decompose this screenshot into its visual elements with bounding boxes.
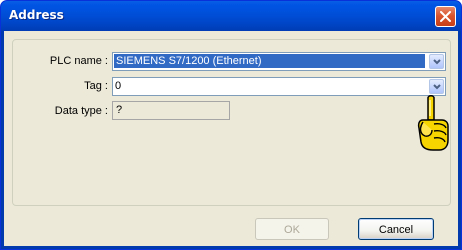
address-group: PLC name : SIEMENS S7/1200 (Ethernet) Ta… bbox=[12, 39, 451, 206]
pointing-hand-icon bbox=[417, 95, 449, 151]
tag-dropdown[interactable]: 0 bbox=[112, 77, 446, 96]
tag-dropdown-button[interactable] bbox=[429, 79, 444, 94]
tag-value: 0 bbox=[115, 80, 122, 92]
plc-name-value: SIEMENS S7/1200 (Ethernet) bbox=[114, 54, 425, 68]
close-icon bbox=[440, 11, 451, 22]
data-type-field: ? bbox=[112, 101, 230, 120]
close-button[interactable] bbox=[435, 6, 456, 27]
plc-name-label: PLC name : bbox=[49, 55, 108, 67]
dialog-client: PLC name : SIEMENS S7/1200 (Ethernet) Ta… bbox=[4, 31, 458, 246]
data-type-label: Data type : bbox=[54, 105, 108, 117]
ok-button[interactable]: OK bbox=[255, 218, 329, 240]
address-dialog: Address PLC name : SIEMENS S7/1200 (Ethe… bbox=[0, 0, 462, 250]
title-bar[interactable]: Address bbox=[1, 1, 461, 31]
cancel-button[interactable]: Cancel bbox=[358, 218, 434, 240]
chevron-down-icon bbox=[433, 84, 441, 90]
chevron-down-icon bbox=[433, 59, 441, 65]
window-title: Address bbox=[9, 8, 64, 22]
tag-label: Tag : bbox=[84, 80, 108, 92]
data-type-value: ? bbox=[116, 104, 123, 116]
plc-name-dropdown[interactable]: SIEMENS S7/1200 (Ethernet) bbox=[112, 52, 446, 71]
plc-name-dropdown-button[interactable] bbox=[429, 54, 444, 69]
